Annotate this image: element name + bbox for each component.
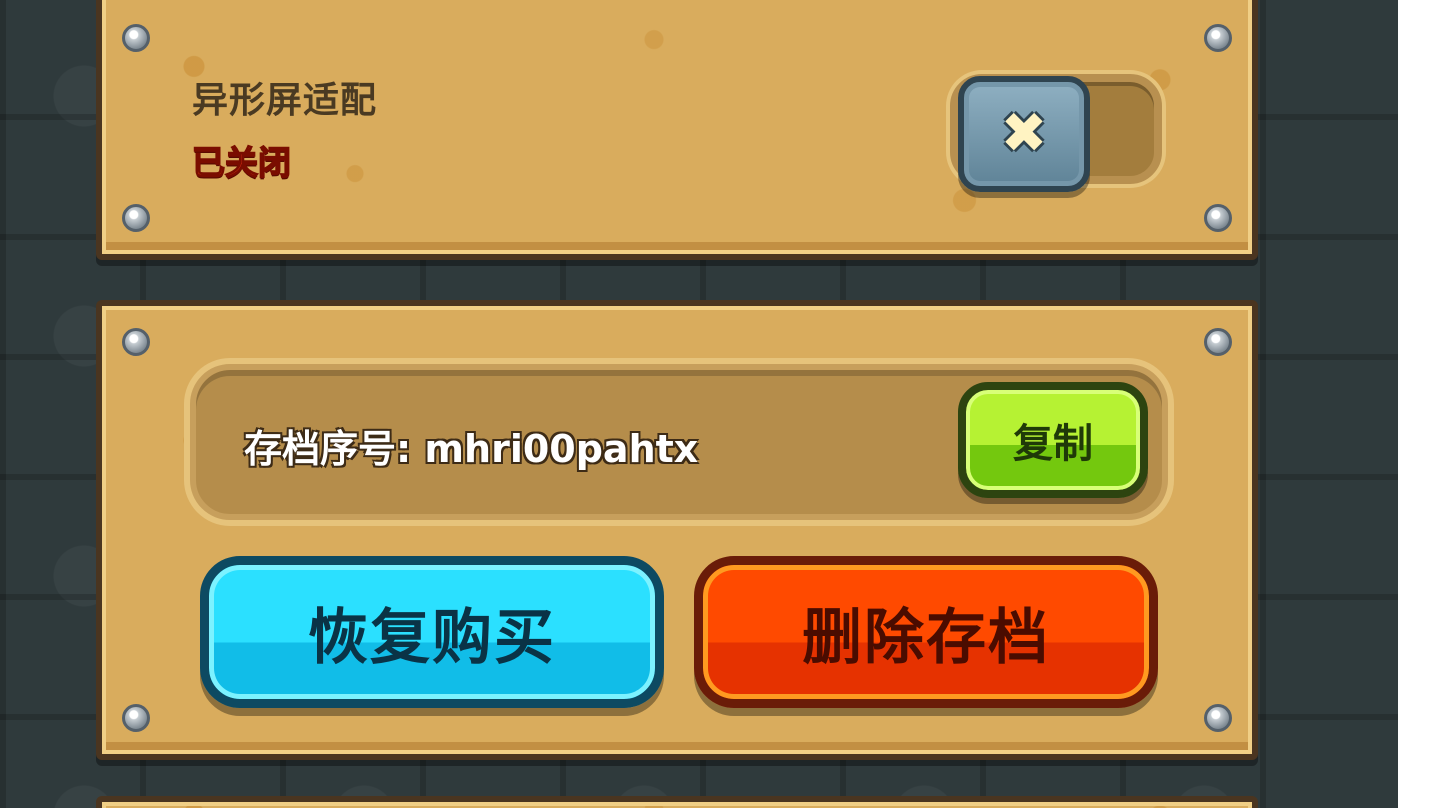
bolt-icon bbox=[122, 704, 150, 732]
screen-margin bbox=[1398, 0, 1440, 808]
bolt-icon bbox=[1204, 24, 1232, 52]
notch-adapt-panel: 异形屏适配 已关闭 ✖ bbox=[96, 0, 1258, 260]
bolt-icon bbox=[122, 328, 150, 356]
next-panel-edge bbox=[96, 796, 1258, 808]
delete-save-button[interactable]: 删除存档 bbox=[694, 556, 1158, 708]
setting-status: 已关闭 bbox=[191, 142, 292, 183]
game-background: 异形屏适配 已关闭 ✖ 存档序号: mhri00pahtx 复制 恢复购买 删除… bbox=[0, 0, 1398, 808]
bolt-icon bbox=[1204, 328, 1232, 356]
copy-button[interactable]: 复制 bbox=[958, 382, 1148, 498]
save-panel: 存档序号: mhri00pahtx 复制 恢复购买 删除存档 bbox=[96, 300, 1258, 760]
save-id-box: 存档序号: mhri00pahtx 复制 bbox=[190, 364, 1168, 520]
save-id-text: 存档序号: mhri00pahtx bbox=[244, 427, 699, 471]
bolt-icon bbox=[1204, 704, 1232, 732]
bolt-icon bbox=[122, 24, 150, 52]
setting-title: 异形屏适配 bbox=[192, 80, 378, 121]
toggle-knob[interactable]: ✖ bbox=[958, 76, 1090, 192]
bolt-icon bbox=[122, 204, 150, 232]
x-icon: ✖ bbox=[1000, 101, 1048, 166]
bolt-icon bbox=[1204, 204, 1232, 232]
restore-purchase-button[interactable]: 恢复购买 bbox=[200, 556, 664, 708]
